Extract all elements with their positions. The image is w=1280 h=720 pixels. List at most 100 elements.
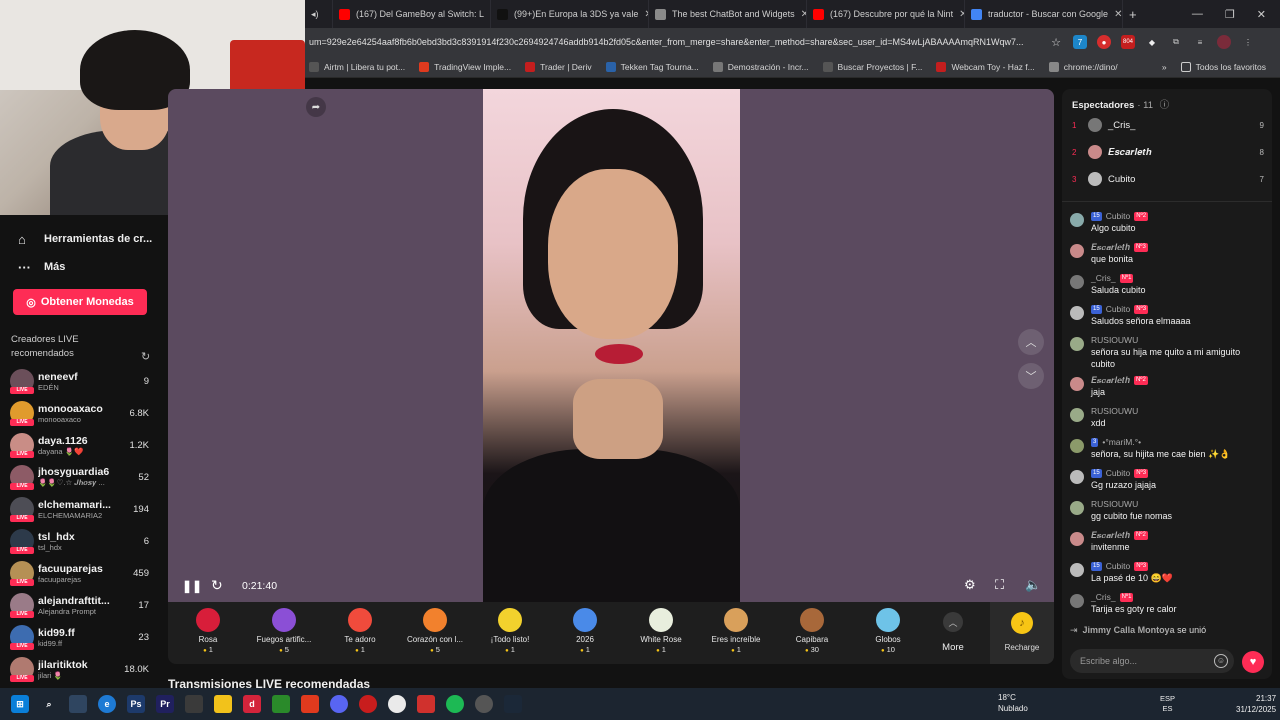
all-bookmarks[interactable]: Todos los favoritos <box>1180 61 1266 72</box>
extension-icon[interactable]: ◆ <box>1145 35 1159 49</box>
creator-item[interactable]: LIVE facuuparejas facuuparejas 459 <box>0 557 165 589</box>
browser-tab[interactable]: (167) Del GameBoy al Switch: L✕ <box>333 0 491 28</box>
creator-item[interactable]: LIVE daya.1126 dayana 🌷❤️ 1.2K <box>0 429 165 461</box>
avatar[interactable] <box>1070 377 1084 391</box>
bookmarks-overflow-icon[interactable]: » <box>1162 62 1167 72</box>
steam-icon[interactable] <box>504 695 522 713</box>
avatar[interactable] <box>1070 532 1084 546</box>
chrome-icon[interactable] <box>388 695 406 713</box>
avatar[interactable] <box>1070 337 1084 351</box>
language-indicator[interactable]: ESP ES <box>1160 694 1175 714</box>
emoji-icon[interactable]: ☺ <box>1214 654 1228 668</box>
creator-item[interactable]: LIVE monooaxaco monooaxaco 6.8K <box>0 397 165 429</box>
extension-badge-icon[interactable]: 804 <box>1121 35 1135 49</box>
sidebar-icon[interactable]: ≡ <box>1193 35 1207 49</box>
chat-username[interactable]: Cubito <box>1106 304 1131 314</box>
gift-item[interactable]: Globos10 <box>853 608 923 654</box>
creator-item[interactable]: LIVE neneevf EDÉN 9 <box>0 365 165 397</box>
extension-icon[interactable]: 7 <box>1073 35 1087 49</box>
refresh-icon[interactable]: ↻ <box>211 577 223 594</box>
url-text[interactable]: um=929e2e64254aaf8fb6b0ebd3bd3c8391914f2… <box>309 37 1039 47</box>
fullscreen-icon[interactable]: ⛶ <box>995 577 1004 593</box>
avatar[interactable] <box>1070 563 1084 577</box>
chevron-down-icon[interactable]: ﹀ <box>1018 363 1044 389</box>
menu-icon[interactable]: ⋮ <box>1241 35 1255 49</box>
close-tab-icon[interactable]: ✕ <box>1108 9 1122 20</box>
chat-username[interactable]: 𝑬𝒔𝒄𝒂𝒓𝒍𝒆𝒕𝒉 <box>1091 375 1130 386</box>
windows-start-icon[interactable]: ⊞ <box>11 695 29 713</box>
spotify-icon[interactable] <box>446 695 464 713</box>
close-tab-icon[interactable]: ✕ <box>638 9 648 20</box>
chat-username[interactable]: Cubito <box>1106 211 1131 221</box>
app-icon[interactable] <box>359 695 377 713</box>
chat-username[interactable]: 𝑬𝒔𝒄𝒂𝒓𝒍𝒆𝒕𝒉 <box>1091 530 1130 541</box>
gift-item[interactable]: 20261 <box>550 608 620 654</box>
folder-icon[interactable] <box>214 695 232 713</box>
creator-item[interactable]: LIVE elchemamari... ELCHEMAMARIA2 194 <box>0 493 165 525</box>
close-tab-icon[interactable]: ✕ <box>795 9 806 20</box>
edge-icon[interactable]: e <box>98 695 116 713</box>
bookmark-item[interactable]: Demostración - Incr... <box>712 61 809 72</box>
bookmark-item[interactable]: Airtm | Libera tu pot... <box>309 61 405 72</box>
recharge-button[interactable]: ♪ Recharge <box>990 602 1054 664</box>
close-tab-icon[interactable]: ✕ <box>953 9 964 20</box>
chat-username[interactable]: _Cris_ <box>1091 592 1116 602</box>
avatar[interactable] <box>1070 213 1084 227</box>
search-icon[interactable]: ⌕ <box>40 695 58 713</box>
avatar[interactable] <box>1070 408 1084 422</box>
creator-item[interactable]: LIVE alejandrafttit... Alejandra Prompt 17 <box>0 589 165 621</box>
pause-icon[interactable]: ❚❚ <box>182 579 202 593</box>
discord-icon[interactable] <box>330 695 348 713</box>
avatar[interactable] <box>1070 275 1084 289</box>
new-tab-button[interactable]: + <box>1123 0 1147 28</box>
bookmark-item[interactable]: chrome://dino/ <box>1048 61 1118 72</box>
gift-item[interactable]: Corazón con l...5 <box>400 608 470 654</box>
refresh-icon[interactable]: ↻ <box>141 350 150 363</box>
gift-item[interactable]: ¡Todo listo!1 <box>475 608 545 654</box>
gift-item[interactable]: White Rose1 <box>626 608 696 654</box>
bookmark-item[interactable]: TradingView Imple... <box>419 61 511 72</box>
get-coins-button[interactable]: ◎ Obtener Monedas <box>13 289 147 315</box>
avatar[interactable] <box>1070 501 1084 515</box>
bookmark-item[interactable]: Tekken Tag Tourna... <box>605 61 699 72</box>
creator-item[interactable]: LIVE jhosyguardia6 🌷🌷♡.☆ 𝑱𝒉𝒐𝒔𝒚 ... 52 <box>0 461 165 493</box>
top-viewer-item[interactable]: 3 Cubito 7 <box>1072 170 1264 188</box>
settings-icon[interactable]: ⚙ <box>964 577 976 593</box>
share-icon[interactable]: ➦ <box>306 97 326 117</box>
app-icon[interactable] <box>69 695 87 713</box>
puzzle-icon[interactable]: ⧉ <box>1169 35 1183 49</box>
chat-input[interactable]: Escribe algo... <box>1070 649 1234 673</box>
photoshop-icon[interactable]: Ps <box>127 695 145 713</box>
sidebar-item-more[interactable]: ··· Más <box>0 253 165 281</box>
app-icon[interactable] <box>417 695 435 713</box>
sidebar-item-creator-tools[interactable]: ⌂ Herramientas de cr... <box>0 225 165 253</box>
heart-button[interactable]: ♥ <box>1242 651 1264 673</box>
star-icon[interactable]: ☆ <box>1049 35 1063 49</box>
chat-username[interactable]: RUSIOUWU <box>1091 335 1138 345</box>
creator-item[interactable]: LIVE kid99.ff kid99.ff 23 <box>0 621 165 653</box>
premiere-icon[interactable]: Pr <box>156 695 174 713</box>
extension-icon[interactable]: ● <box>1097 35 1111 49</box>
gift-item[interactable]: Te adoro1 <box>325 608 395 654</box>
creator-item[interactable]: LIVE tsl_hdx tsl_hdx 6 <box>0 525 165 557</box>
gift-item[interactable]: Capibara30 <box>777 608 847 654</box>
app-icon[interactable] <box>475 695 493 713</box>
bookmark-item[interactable]: Trader | Deriv <box>525 61 592 72</box>
more-gifts-button[interactable]: ︿ More <box>938 612 968 653</box>
bookmark-item[interactable]: Buscar Proyectos | F... <box>822 61 922 72</box>
avatar[interactable] <box>1070 594 1084 608</box>
browser-tab[interactable]: The best ChatBot and Widgets✕ <box>649 0 807 28</box>
avatar[interactable] <box>1070 244 1084 258</box>
tab-audio-icon[interactable]: ◂) <box>305 0 333 28</box>
gift-item[interactable]: Eres increíble1 <box>701 608 771 654</box>
app-icon[interactable] <box>185 695 203 713</box>
chat-username[interactable]: Cubito <box>1106 561 1131 571</box>
chat-username[interactable]: RUSIOUWU <box>1091 499 1138 509</box>
close-window-icon[interactable]: ✕ <box>1257 8 1266 21</box>
creator-item[interactable]: LIVE jilaritiktok jilari 🌷 18.0K <box>0 653 165 685</box>
system-clock[interactable]: 21:37 31/12/2025 <box>1236 693 1276 715</box>
browser-tab[interactable]: traductor - Buscar con Google ✕ <box>965 0 1123 28</box>
live-video-player[interactable]: ➦ ︿ ﹀ ❚❚ ↻ 0:21:40 ⚙ ⛶ 🔈 <box>168 89 1054 602</box>
close-tab-icon[interactable]: ✕ <box>484 9 490 20</box>
avatar[interactable] <box>1070 439 1084 453</box>
